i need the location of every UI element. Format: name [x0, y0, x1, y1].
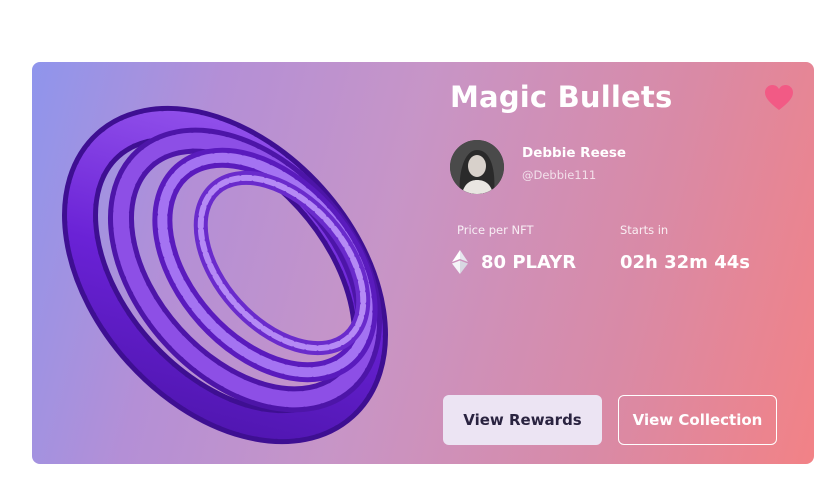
heart-icon[interactable] [764, 84, 794, 112]
creator-avatar[interactable] [450, 140, 504, 194]
nft-title: Magic Bullets [450, 80, 673, 114]
price-label: Price per NFT [457, 223, 534, 237]
starts-in-label: Starts in [620, 223, 669, 237]
countdown-timer: 02h 32m 44s [620, 252, 750, 273]
view-collection-button[interactable]: View Collection [618, 395, 777, 445]
artwork-image [62, 105, 388, 445]
ethereum-icon [452, 250, 468, 274]
price-value: 80 PLAYR [481, 252, 577, 273]
creator-handle: @Debbie111 [522, 168, 597, 182]
creator-name[interactable]: Debbie Reese [522, 145, 626, 161]
view-rewards-button[interactable]: View Rewards [443, 395, 602, 445]
